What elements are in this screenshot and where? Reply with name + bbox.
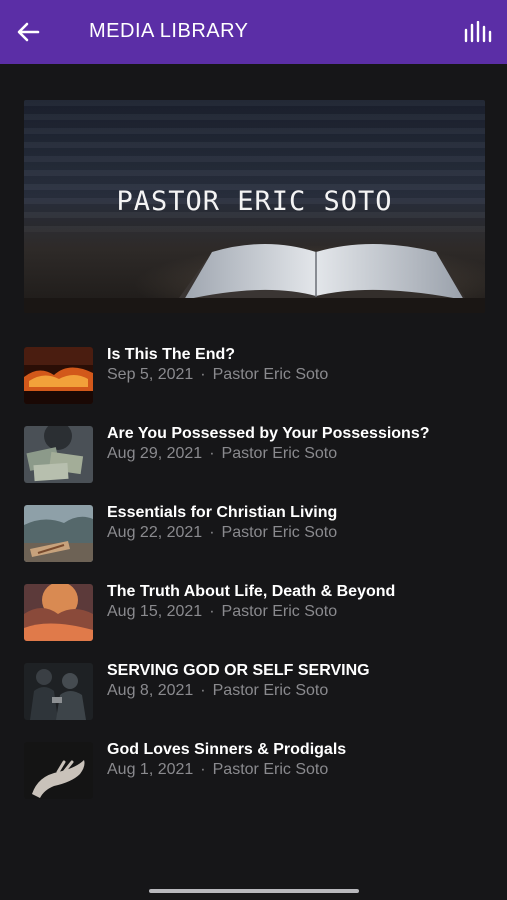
sermon-meta: Aug 8, 2021 · Pastor Eric Soto [107,682,329,699]
sermon-title: Essentials for Christian Living [107,504,338,521]
sermon-title: Is This The End? [107,346,236,363]
list-item[interactable]: SERVING GOD OR SELF SERVING Aug 8, 2021 ·… [0,660,507,739]
sermon-thumbnail [24,347,93,404]
list-item[interactable]: Essentials for Christian Living Aug 22, … [0,502,507,581]
home-indicator[interactable] [149,889,359,893]
back-button[interactable] [14,18,42,46]
sermon-thumbnail [24,663,93,720]
sermon-meta: Aug 15, 2021 · Pastor Eric Soto [107,603,338,620]
audio-player-button[interactable] [463,18,495,46]
sermon-title: SERVING GOD OR SELF SERVING [107,662,370,679]
arrow-left-icon [17,22,40,42]
list-item[interactable]: God Loves Sinners & Prodigals Aug 1, 202… [0,739,507,818]
list-item[interactable]: Are You Possessed by Your Possessions? A… [0,423,507,502]
list-item[interactable]: Is This The End? Sep 5, 2021 · Pastor Eric… [0,344,507,423]
list-item[interactable]: The Truth About Life, Death & Beyond Aug… [0,581,507,660]
app-bar: MEDIA LIBRARY [0,0,507,64]
sermon-meta: Sep 5, 2021 · Pastor Eric Soto [107,366,329,383]
sermon-thumbnail [24,505,93,562]
sermon-meta: Aug 22, 2021 · Pastor Eric Soto [107,524,338,541]
sermon-title: God Loves Sinners & Prodigals [107,741,347,758]
sermon-thumbnail [24,584,93,641]
sermon-title: The Truth About Life, Death & Beyond [107,583,396,600]
sermon-title: Are You Possessed by Your Possessions? [107,425,430,442]
sermon-list: Is This The End? Sep 5, 2021 · Pastor Eric… [0,344,507,818]
page-title: MEDIA LIBRARY [89,20,249,42]
sermon-meta: Aug 29, 2021 · Pastor Eric Soto [107,445,338,462]
sermon-thumbnail [24,426,93,483]
sermon-thumbnail [24,742,93,799]
equalizer-icon [464,21,492,43]
sermon-meta: Aug 1, 2021 · Pastor Eric Soto [107,761,329,778]
series-banner: PASTOR ERIC SOTO [24,100,485,313]
banner-title: PASTOR ERIC SOTO [116,186,393,217]
